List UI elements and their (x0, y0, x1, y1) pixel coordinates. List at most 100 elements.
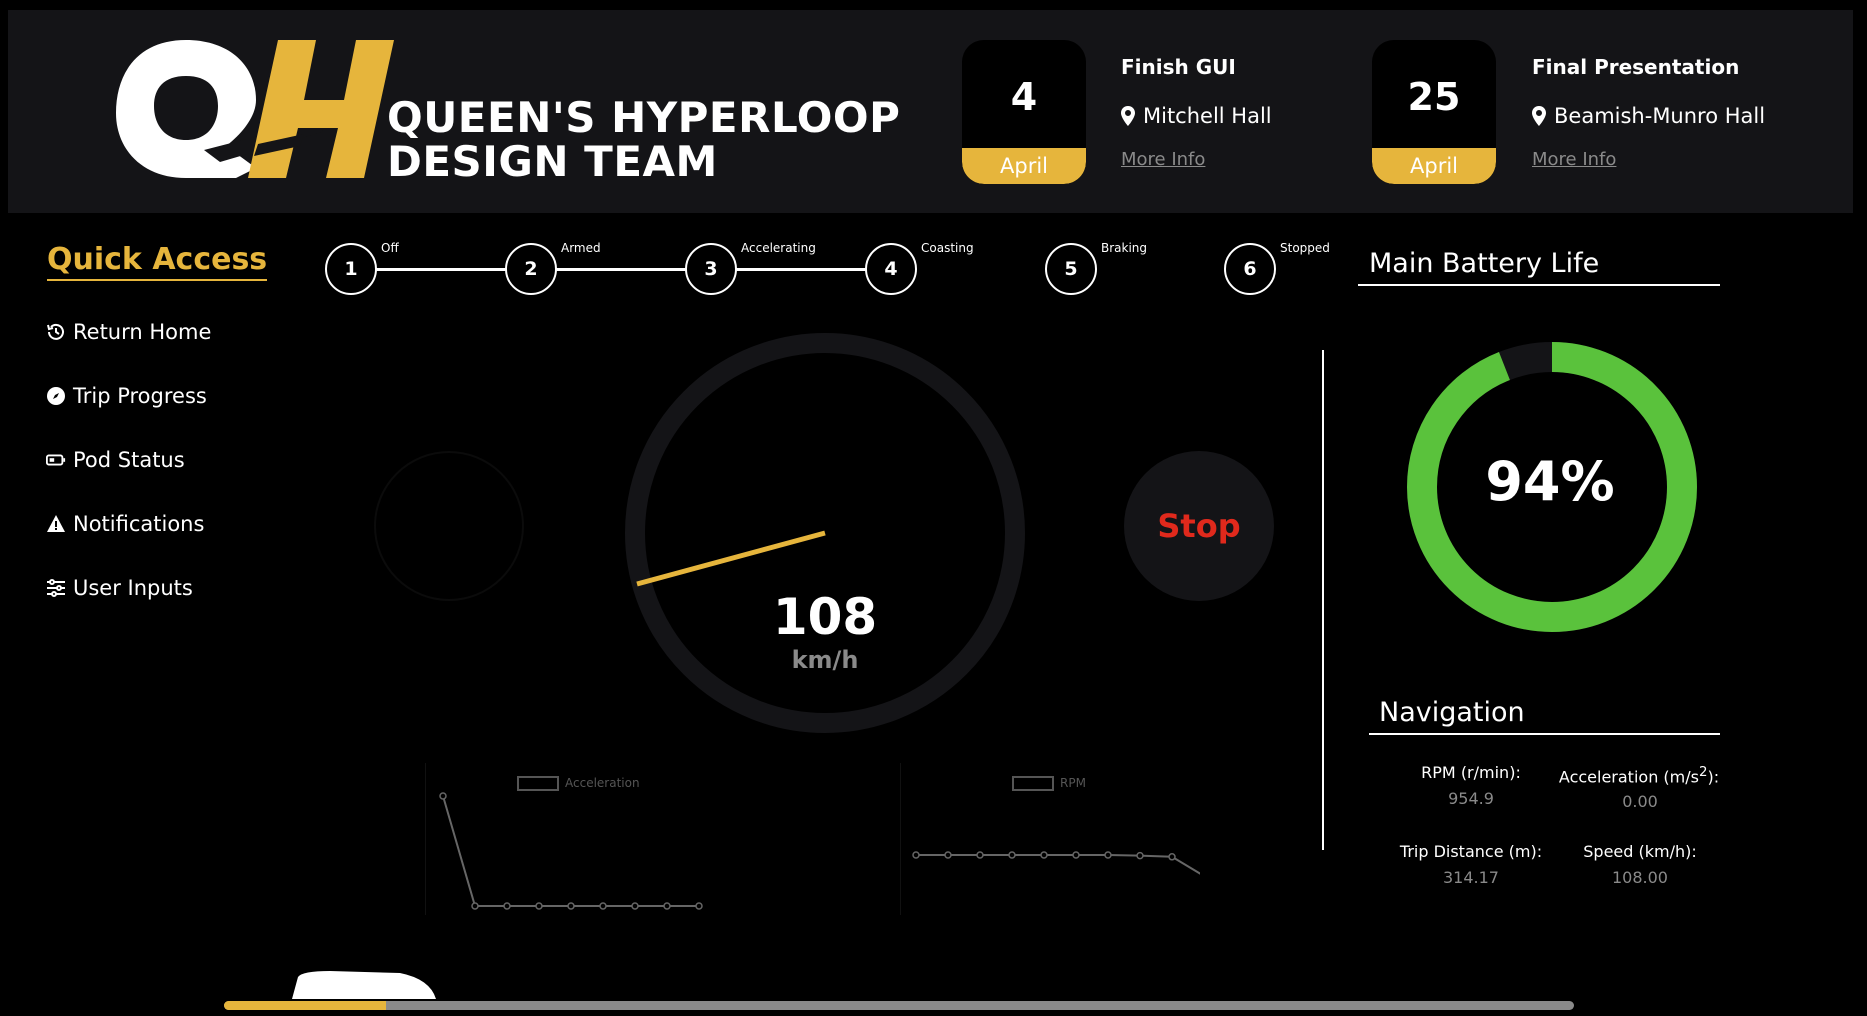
acceleration-point (631, 902, 639, 910)
battery-title: Main Battery Life (1369, 248, 1600, 279)
rpm-line (916, 854, 1200, 875)
acceleration-label-prefix: Acceleration (m/s (1558, 767, 1699, 787)
team-logo-icon (116, 40, 394, 178)
compass-icon (47, 387, 65, 405)
rpm-point (944, 851, 952, 859)
event-location-text: Mitchell Hall (1143, 104, 1272, 128)
acceleration-point (663, 902, 671, 910)
battery-icon (46, 454, 66, 466)
rpm-point (1008, 851, 1016, 859)
acceleration-value: 0.00 (1622, 792, 1658, 811)
rpm-chart: RPM (900, 763, 1200, 915)
step-label: Accelerating (741, 241, 816, 255)
pod-icon (292, 971, 436, 999)
acceleration-point (503, 902, 511, 910)
trip-distance-value: 314.17 (1443, 868, 1499, 887)
acceleration-line (442, 795, 699, 907)
event-title: Finish GUI (1121, 55, 1236, 79)
team-name: QUEEN'S HYPERLOOP DESIGN TEAM (387, 96, 900, 184)
sidebar-item-label: Pod Status (73, 448, 185, 472)
rpm-label: RPM (r/min): (1421, 763, 1521, 782)
trip-progress-bar (224, 1001, 1574, 1010)
step-connector (556, 268, 686, 271)
team-name-line2: DESIGN TEAM (387, 137, 718, 186)
step-label: Armed (561, 241, 601, 255)
location-pin-icon (1532, 106, 1546, 126)
speed-readout: 108 (772, 588, 878, 646)
speed-unit: km/h (791, 646, 859, 674)
stop-button[interactable]: Stop (1124, 451, 1274, 601)
event-location: Mitchell Hall (1121, 104, 1272, 128)
step-label: Off (381, 241, 399, 255)
event-month: April (962, 148, 1086, 184)
step-6[interactable]: 6 (1224, 243, 1276, 295)
step-connector (736, 268, 866, 271)
sidebar-item-label: Trip Progress (73, 384, 207, 408)
sidebar-item-label: Return Home (73, 320, 212, 344)
event-day: 25 (1407, 75, 1461, 119)
acceleration-point (695, 902, 703, 910)
rpm-point (1136, 851, 1144, 860)
sidebar-item-trip-progress[interactable]: Trip Progress (46, 384, 207, 408)
sidebar-item-return-home[interactable]: Return Home (46, 320, 211, 344)
acceleration-point (535, 902, 543, 910)
step-label: Stopped (1280, 241, 1330, 255)
speedometer-needle (636, 530, 826, 587)
step-4[interactable]: 4 (865, 243, 917, 295)
sidebar-item-pod-status[interactable]: Pod Status (46, 448, 185, 472)
step-2[interactable]: 2 (505, 243, 557, 295)
speed-label: Speed (km/h): (1583, 842, 1697, 861)
event-title: Final Presentation (1532, 55, 1740, 79)
event-location: Beamish-Munro Hall (1532, 104, 1765, 128)
battery-percent: 94% (1485, 450, 1615, 513)
acceleration-plot (425, 763, 703, 915)
step-label: Braking (1101, 241, 1148, 255)
rpm-point (1168, 853, 1176, 861)
quick-access-title: Quick Access (47, 242, 268, 281)
speedometer-gauge (625, 333, 1025, 733)
sidebar-item-label: Notifications (73, 512, 205, 536)
sidebar-item-notifications[interactable]: Notifications (46, 512, 204, 536)
sidebar-item-user-inputs[interactable]: User Inputs (46, 576, 193, 600)
acceleration-label: Acceleration (m/s2): (1550, 765, 1728, 786)
rpm-point (976, 851, 984, 859)
event-date-badge: 4 April (962, 40, 1086, 184)
event-date-badge: 25 April (1372, 40, 1496, 184)
trip-progress-fill (224, 1001, 386, 1010)
step-5[interactable]: 5 (1045, 243, 1097, 295)
warning-icon (47, 515, 65, 532)
step-3[interactable]: 3 (685, 243, 737, 295)
event-location-text: Beamish-Munro Hall (1554, 104, 1766, 128)
more-info-link[interactable]: More Info (1121, 149, 1205, 170)
team-name-line1: QUEEN'S HYPERLOOP (387, 93, 901, 142)
rpm-value: 954.9 (1448, 789, 1494, 808)
step-label: Coasting (921, 241, 974, 255)
rpm-point (912, 851, 920, 859)
acceleration-point (471, 902, 479, 910)
section-rule (1358, 284, 1720, 286)
secondary-gauge (374, 451, 524, 601)
trip-distance-label: Trip Distance (m): (1399, 842, 1543, 861)
acceleration-point (599, 902, 607, 910)
acceleration-label-suffix: ): (1707, 767, 1720, 787)
acceleration-point (439, 792, 447, 800)
event-month: April (1372, 148, 1496, 184)
more-info-link[interactable]: More Info (1532, 149, 1616, 170)
acceleration-chart: Acceleration (425, 763, 725, 915)
rpm-point (1104, 851, 1112, 859)
rpm-point (1040, 851, 1048, 859)
sliders-icon (47, 579, 65, 597)
section-rule (1369, 733, 1720, 735)
step-connector (376, 268, 506, 271)
sidebar-item-label: User Inputs (73, 576, 193, 600)
rpm-plot (900, 763, 1200, 915)
navigation-title: Navigation (1379, 697, 1525, 728)
history-icon (47, 323, 64, 340)
location-pin-icon (1121, 106, 1135, 126)
acceleration-point (567, 902, 575, 910)
event-day: 4 (1010, 75, 1038, 119)
rpm-point (1072, 851, 1080, 859)
panel-divider (1322, 350, 1324, 850)
step-1[interactable]: 1 (325, 243, 377, 295)
speed-value: 108.00 (1612, 868, 1668, 887)
